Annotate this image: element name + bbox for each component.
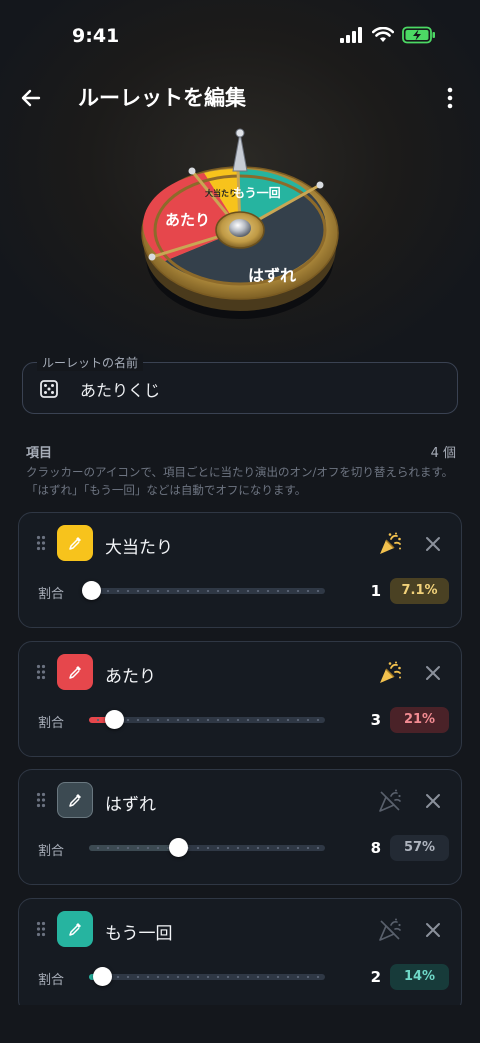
name-field-legend: ルーレットの名前 xyxy=(37,354,144,371)
party-popper-icon[interactable] xyxy=(377,531,403,557)
ratio-slider-ticks xyxy=(93,847,321,849)
page-title: ルーレットを編集 xyxy=(78,86,246,110)
party-popper-off-icon[interactable] xyxy=(377,917,403,943)
close-icon[interactable] xyxy=(424,535,442,553)
eyedropper-icon xyxy=(69,537,81,550)
ratio-slider-ticks xyxy=(93,590,321,592)
signal-icon xyxy=(340,27,362,43)
drag-handle-icon[interactable] xyxy=(36,535,46,551)
ratio-percent-badge: 14% xyxy=(390,964,449,990)
color-picker-button[interactable] xyxy=(57,525,93,561)
ratio-value: 1 xyxy=(370,582,381,600)
ratio-slider[interactable] xyxy=(89,588,325,594)
app-bar: ルーレットを編集 xyxy=(0,78,480,118)
item-name[interactable]: はずれ xyxy=(105,790,156,815)
ratio-slider[interactable] xyxy=(89,974,325,980)
roulette-name-field[interactable]: ルーレットの名前 xyxy=(22,354,458,414)
items-section-title: 項目 xyxy=(26,446,53,461)
ratio-slider-ticks xyxy=(93,719,321,721)
ratio-label: 割合 xyxy=(38,844,65,859)
ratio-slider-thumb[interactable] xyxy=(93,967,113,986)
dice-icon xyxy=(40,380,58,398)
drag-handle-icon[interactable] xyxy=(36,792,46,808)
ratio-value: 8 xyxy=(370,839,381,857)
ratio-value: 2 xyxy=(370,968,381,986)
close-icon[interactable] xyxy=(424,664,442,682)
status-icons xyxy=(340,26,436,44)
ratio-percent-badge: 21% xyxy=(390,707,449,733)
wheel-pointer xyxy=(232,132,248,172)
items-section-header: 項目 4 個 xyxy=(26,442,456,461)
drag-handle-icon[interactable] xyxy=(36,664,46,680)
close-icon[interactable] xyxy=(424,921,442,939)
color-picker-button[interactable] xyxy=(57,654,93,690)
color-picker-button[interactable] xyxy=(57,911,93,947)
party-popper-icon[interactable] xyxy=(377,660,403,686)
status-time: 9:41 xyxy=(72,25,120,47)
eyedropper-icon xyxy=(69,794,81,807)
wheel-label-win: あたり xyxy=(165,211,211,229)
ratio-value: 3 xyxy=(370,711,381,729)
wheel-label-miss: はずれ xyxy=(248,266,297,285)
item-card-win: あたり割合 3 21% xyxy=(18,641,462,757)
back-arrow-icon[interactable] xyxy=(18,84,46,112)
party-popper-off-icon[interactable] xyxy=(377,788,403,814)
item-card-miss: はずれ割合 8 57% xyxy=(18,769,462,885)
drag-handle-icon[interactable] xyxy=(36,921,46,937)
roulette-wheel[interactable]: 大当たり もう一回 はずれ あたり xyxy=(130,125,350,335)
color-picker-button[interactable] xyxy=(57,782,93,818)
bottom-spacer xyxy=(0,1005,480,1043)
ratio-label: 割合 xyxy=(38,587,65,602)
battery-icon xyxy=(402,26,435,44)
roulette-name-input[interactable] xyxy=(80,376,440,402)
ratio-slider[interactable] xyxy=(89,845,325,851)
ratio-percent-badge: 57% xyxy=(390,835,449,861)
more-vert-icon[interactable] xyxy=(440,84,460,112)
ratio-label: 割合 xyxy=(38,973,65,988)
item-card-again: もう一回割合 2 14% xyxy=(18,898,462,1014)
item-card-jackpot: 大当たり割合 1 7.1% xyxy=(18,512,462,628)
items-count: 4 個 xyxy=(430,446,456,461)
ratio-percent-badge: 7.1% xyxy=(390,578,449,604)
eyedropper-icon xyxy=(69,923,81,936)
ratio-slider-thumb[interactable] xyxy=(105,710,125,729)
item-name[interactable]: もう一回 xyxy=(105,919,173,944)
item-name[interactable]: あたり xyxy=(105,662,156,687)
item-name[interactable]: 大当たり xyxy=(105,533,173,558)
items-section-description: クラッカーのアイコンで、項目ごとに当たり演出のオン/オフを切り替えられます。「は… xyxy=(26,465,454,497)
ratio-slider[interactable] xyxy=(89,717,325,723)
ratio-slider-thumb[interactable] xyxy=(168,838,188,857)
ratio-label: 割合 xyxy=(38,716,65,731)
wheel-label-again: もう一回 xyxy=(233,186,281,200)
wifi-icon xyxy=(372,27,394,42)
roulette-wheel-graphic xyxy=(141,128,339,319)
status-bar: 9:41 xyxy=(0,0,480,70)
eyedropper-icon xyxy=(69,666,81,679)
close-icon[interactable] xyxy=(424,792,442,810)
ratio-slider-ticks xyxy=(93,976,321,978)
ratio-slider-thumb[interactable] xyxy=(81,581,101,600)
